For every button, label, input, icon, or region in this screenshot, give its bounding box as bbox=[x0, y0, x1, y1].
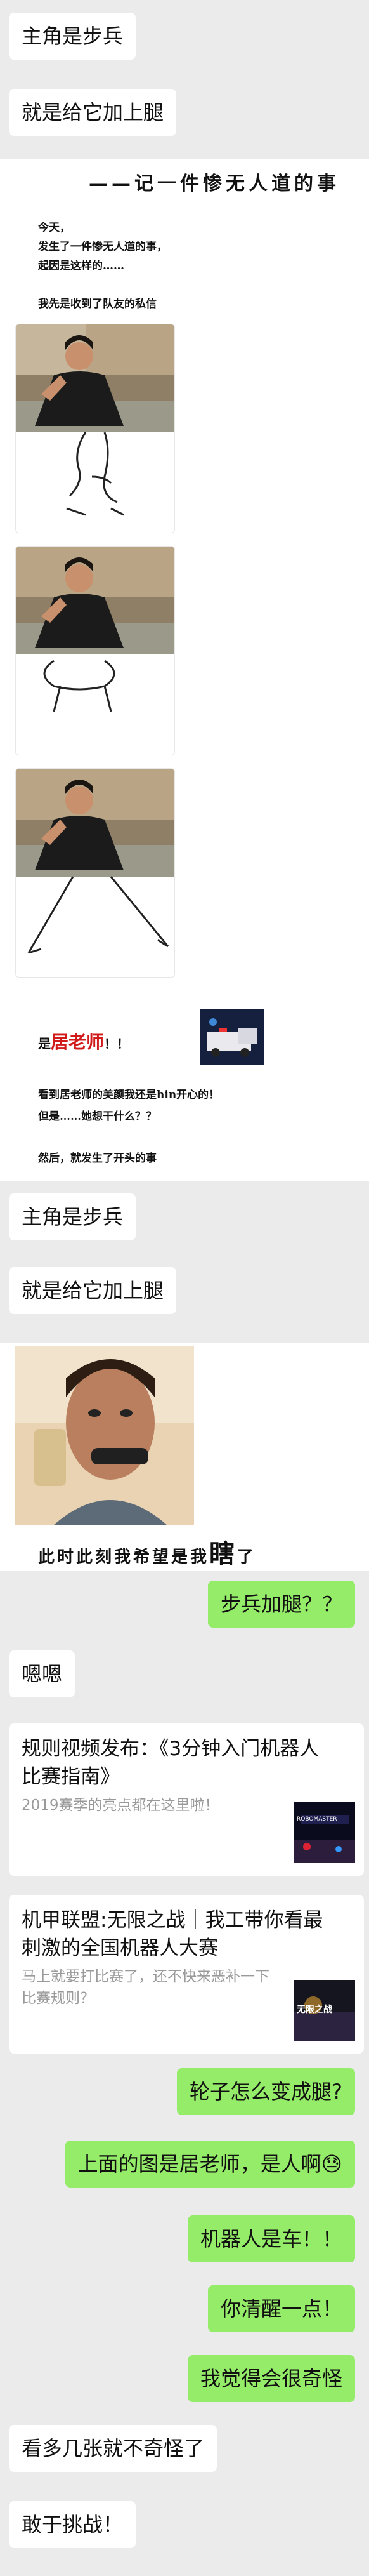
message-text: 主角是步兵 bbox=[22, 24, 124, 48]
article-card[interactable]: 机甲联盟:无限之战｜我工带你看最刺激的全国机器人大赛 马上就要打比赛了，还不快来… bbox=[9, 1895, 364, 2054]
message-text: 机器人是车！！ bbox=[200, 2227, 342, 2251]
message-bubble-self[interactable]: 上面的图是居老师，是人啊😓 bbox=[65, 2141, 355, 2188]
thumbnail-text: 无限之战 bbox=[297, 2005, 332, 2015]
story-text: ！！ bbox=[104, 1036, 130, 1051]
message-bubble[interactable]: 就是给它加上腿 bbox=[9, 1267, 177, 1314]
photo-caption: 此时此刻我希望是我瞎了 bbox=[38, 1533, 256, 1570]
article-title: 机甲联盟:无限之战｜我工带你看最刺激的全国机器人大赛 bbox=[22, 1909, 323, 1960]
article-title: 规则视频发布：《3分钟入门机器人比赛指南》 bbox=[22, 1737, 320, 1788]
caption-text: 了 bbox=[237, 1548, 257, 1567]
caption-emphasis: 瞎 bbox=[209, 1539, 238, 1569]
person-with-drawn-legs-image bbox=[16, 769, 174, 954]
story-image-2[interactable]: 是居老师！！ 看到居老师的美颜我还是hin开心的！ 但是……她想干什么？？ 然后… bbox=[0, 978, 369, 1181]
story-emphasis: 居老师 bbox=[51, 1032, 105, 1052]
message-bubble-self[interactable]: 你清醒一点！ bbox=[207, 2285, 355, 2332]
message-text: 看多几张就不奇怪了 bbox=[22, 2436, 205, 2460]
photo-image[interactable]: 此时此刻我希望是我瞎了 bbox=[0, 1343, 369, 1571]
article-card[interactable]: 规则视频发布：《3分钟入门机器人比赛指南》 2019赛季的亮点都在这里啦！ RO… bbox=[9, 1723, 364, 1876]
sweat-emoji-icon: 😓 bbox=[321, 2152, 342, 2176]
message-bubble-self[interactable]: 我觉得会很奇怪 bbox=[187, 2355, 355, 2402]
message-bubble[interactable]: 敢于挑战！ bbox=[9, 2501, 136, 2548]
story-image[interactable]: ——记一件惨无人道的事 今天， 发生了一件惨无人道的事， 起因是这样的…… 我先… bbox=[0, 159, 369, 978]
article-description: 2019赛季的亮点都在这里啦！ bbox=[22, 1797, 219, 1814]
story-title: ——记一件惨无人道的事 bbox=[89, 173, 340, 195]
meme-panel bbox=[15, 546, 175, 755]
article-thumbnail: ROBOMASTER bbox=[294, 1802, 355, 1863]
message-text: 敢于挑战！ bbox=[22, 2513, 124, 2537]
article-thumbnail: 无限之战 bbox=[294, 1980, 355, 2041]
message-bubble-self[interactable]: 机器人是车！！ bbox=[187, 2215, 355, 2262]
message-text: 就是给它加上腿 bbox=[22, 1278, 164, 1303]
message-text: 主角是步兵 bbox=[22, 1205, 124, 1229]
message-text: 你清醒一点！ bbox=[220, 2297, 342, 2321]
message-text: 我觉得会很奇怪 bbox=[200, 2367, 342, 2391]
message-bubble[interactable]: 就是给它加上腿 bbox=[9, 89, 177, 136]
article-description: 马上就要打比赛了，还不快来恶补一下比赛规则？ bbox=[22, 1969, 269, 2007]
thumbnail-text: ROBOMASTER bbox=[297, 1816, 337, 1822]
caption-text: 此时此刻我希望是我 bbox=[38, 1548, 210, 1567]
message-bubble[interactable]: 看多几张就不奇怪了 bbox=[9, 2425, 217, 2472]
story-line: 然后，就发生了开头的事 bbox=[38, 1152, 157, 1165]
message-bubble[interactable]: 主角是步兵 bbox=[9, 1193, 136, 1240]
story-line: 我先是收到了队友的私信 bbox=[38, 298, 157, 310]
ambulance-image bbox=[200, 1009, 264, 1065]
story-line: 看到居老师的美颜我还是hin开心的！ bbox=[38, 1089, 220, 1101]
man-with-phone-photo bbox=[15, 1346, 194, 1525]
message-text: 步兵加腿？？ bbox=[220, 1592, 342, 1616]
story-line: 但是……她想干什么？？ bbox=[38, 1110, 157, 1123]
message-bubble[interactable]: 嗯嗯 bbox=[9, 1650, 75, 1697]
meme-panel bbox=[15, 768, 175, 978]
message-bubble-self[interactable]: 轮子怎么变成腿? bbox=[177, 2068, 355, 2115]
person-with-drawn-legs-image bbox=[16, 547, 174, 712]
message-bubble[interactable]: 主角是步兵 bbox=[9, 13, 136, 60]
message-text: 就是给它加上腿 bbox=[22, 100, 164, 124]
person-with-drawn-legs-image bbox=[16, 324, 174, 516]
story-line: 起因是这样的…… bbox=[38, 260, 124, 272]
story-line: 发生了一件惨无人道的事， bbox=[38, 241, 167, 253]
message-bubble-self[interactable]: 步兵加腿？？ bbox=[207, 1581, 355, 1628]
message-text: 嗯嗯 bbox=[22, 1662, 63, 1686]
meme-panel bbox=[15, 324, 175, 533]
story-text: 是 bbox=[38, 1036, 51, 1051]
message-text: 上面的图是居老师，是人啊 bbox=[77, 2152, 321, 2176]
message-text: 轮子怎么变成腿? bbox=[190, 2080, 342, 2104]
story-line: 今天， bbox=[38, 222, 70, 234]
story-line: 是居老师！！ bbox=[38, 1028, 129, 1054]
